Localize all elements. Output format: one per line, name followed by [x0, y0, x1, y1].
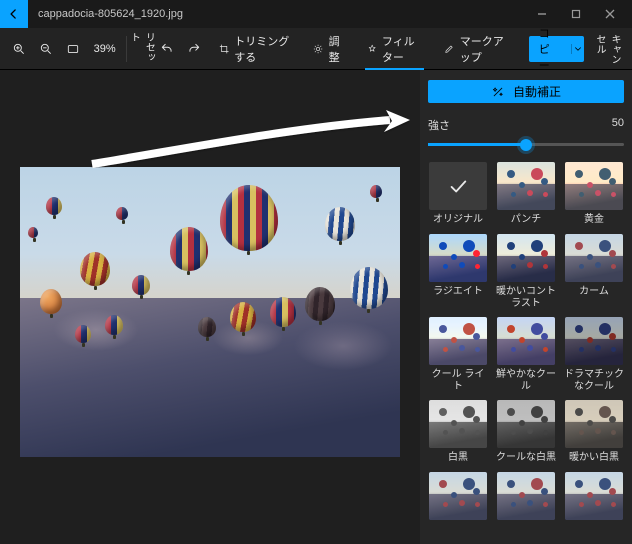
- filter-golden[interactable]: 黄金: [564, 162, 624, 226]
- markup-icon: [444, 42, 454, 56]
- filter-calm[interactable]: カーム: [564, 234, 624, 309]
- markup-tab[interactable]: マークアップ: [436, 34, 516, 64]
- window-title: cappadocia-805624_1920.jpg: [38, 8, 183, 20]
- strength-value: 50: [612, 117, 624, 133]
- filter-radiate[interactable]: ラジエイト: [428, 234, 488, 309]
- adjust-tab[interactable]: 調整: [305, 34, 352, 64]
- edited-image[interactable]: [20, 167, 400, 457]
- filter-tab[interactable]: フィルター: [359, 34, 431, 64]
- filter-label: オリジナル: [433, 214, 483, 226]
- copy-button-label: コピー: [529, 25, 571, 73]
- filter-label: ドラマチックなクール: [564, 369, 624, 392]
- auto-enhance-button[interactable]: 自動補正: [428, 80, 624, 103]
- magic-wand-icon: [491, 85, 505, 99]
- crop-label: トリミングする: [234, 33, 291, 65]
- check-icon: [447, 175, 469, 197]
- filter-warm_bw[interactable]: 暖かい白黒: [564, 400, 624, 464]
- slider-fill: [428, 143, 526, 146]
- maximize-button[interactable]: [562, 3, 590, 25]
- filter-label: パンチ: [511, 214, 542, 226]
- filter-extra1[interactable]: [428, 472, 488, 536]
- filter-thumb: [497, 317, 555, 365]
- copy-split-button[interactable]: コピー: [529, 36, 584, 62]
- toolbar: 39% リセット トリミングする 調整 フィルター マークアップ コピー キャン…: [0, 28, 632, 70]
- zoom-level: 39%: [90, 34, 120, 64]
- filter-thumb: [565, 472, 623, 520]
- filter-punch[interactable]: パンチ: [496, 162, 556, 226]
- filter-thumb: [429, 317, 487, 365]
- redo-icon: [187, 42, 201, 56]
- filter-extra3[interactable]: [564, 472, 624, 536]
- filter-label: クールな白黒: [496, 452, 556, 464]
- filter-thumb: [497, 472, 555, 520]
- canvas-area: [0, 70, 420, 544]
- undo-icon: [160, 42, 174, 56]
- filter-thumb: [565, 317, 623, 365]
- filter-cool_bw[interactable]: クールな白黒: [496, 400, 556, 464]
- filter-label: 黄金: [584, 214, 604, 226]
- crop-icon: [219, 42, 229, 56]
- filter-dramatic_cool[interactable]: ドラマチックなクール: [564, 317, 624, 392]
- filter-thumb: [497, 400, 555, 448]
- cancel-button[interactable]: キャンセル: [590, 34, 624, 64]
- filter-label: フィルター: [382, 33, 423, 65]
- filter-label: クール ライト: [428, 369, 488, 392]
- chevron-down-icon: [573, 44, 583, 54]
- slider-thumb[interactable]: [520, 139, 532, 151]
- filter-label: 暖かいコントラスト: [496, 286, 556, 309]
- filter-thumb: [565, 400, 623, 448]
- strength-slider[interactable]: [428, 143, 624, 146]
- filter-thumb: [565, 234, 623, 282]
- adjust-label: 調整: [329, 33, 345, 65]
- filter-label: 白黒: [448, 452, 468, 464]
- filter-thumb: [429, 472, 487, 520]
- zoom-out-icon: [39, 42, 53, 56]
- filter-thumb: [497, 162, 555, 210]
- filter-original[interactable]: オリジナル: [428, 162, 488, 226]
- filter-thumb: [429, 400, 487, 448]
- auto-enhance-label: 自動補正: [513, 83, 561, 100]
- fit-icon: [66, 42, 80, 56]
- copy-dropdown-caret[interactable]: [571, 44, 585, 54]
- zoom-in-icon: [12, 42, 26, 56]
- zoom-in-button[interactable]: [8, 34, 29, 64]
- close-button[interactable]: [596, 3, 624, 25]
- filter-icon: [367, 42, 377, 56]
- filter-cool_light[interactable]: クール ライト: [428, 317, 488, 392]
- filter-thumb: [429, 162, 487, 210]
- fit-button[interactable]: [62, 34, 83, 64]
- filter-grid: オリジナル パンチ 黄金ラジエイト 暖かいコントラスト カームクール ライト鮮やかなクー…: [428, 162, 624, 536]
- filter-extra2[interactable]: [496, 472, 556, 536]
- filter-bw[interactable]: 白黒: [428, 400, 488, 464]
- filter-thumb: [429, 234, 487, 282]
- window-controls: [528, 3, 628, 25]
- strength-slider-row: 強さ 50: [428, 117, 624, 146]
- redo-button[interactable]: [184, 34, 205, 64]
- back-button[interactable]: [0, 0, 28, 28]
- markup-label: マークアップ: [460, 33, 509, 65]
- filter-panel: 自動補正 強さ 50 オリジナル パンチ 黄金ラジエイト 暖かいコントラスト カームクー…: [420, 70, 632, 544]
- arrow-left-icon: [7, 7, 21, 21]
- undo-button[interactable]: [156, 34, 177, 64]
- filter-thumb: [497, 234, 555, 282]
- strength-label: 強さ: [428, 117, 450, 133]
- minimize-button[interactable]: [528, 3, 556, 25]
- filter-thumb: [565, 162, 623, 210]
- filter-label: ラジエイト: [433, 286, 483, 298]
- filter-vivid_cool[interactable]: 鮮やかなクール: [496, 317, 556, 392]
- filter-label: 鮮やかなクール: [496, 369, 556, 392]
- filter-label: 暖かい白黒: [569, 452, 619, 464]
- zoom-out-button[interactable]: [35, 34, 56, 64]
- annotation-arrow: [90, 108, 410, 168]
- adjust-icon: [313, 42, 323, 56]
- crop-tab[interactable]: トリミングする: [211, 34, 300, 64]
- reset-button[interactable]: リセット: [132, 32, 150, 66]
- filter-label: カーム: [579, 286, 609, 298]
- filter-warm_contrast[interactable]: 暖かいコントラスト: [496, 234, 556, 309]
- main-area: 自動補正 強さ 50 オリジナル パンチ 黄金ラジエイト 暖かいコントラスト カームクー…: [0, 70, 632, 544]
